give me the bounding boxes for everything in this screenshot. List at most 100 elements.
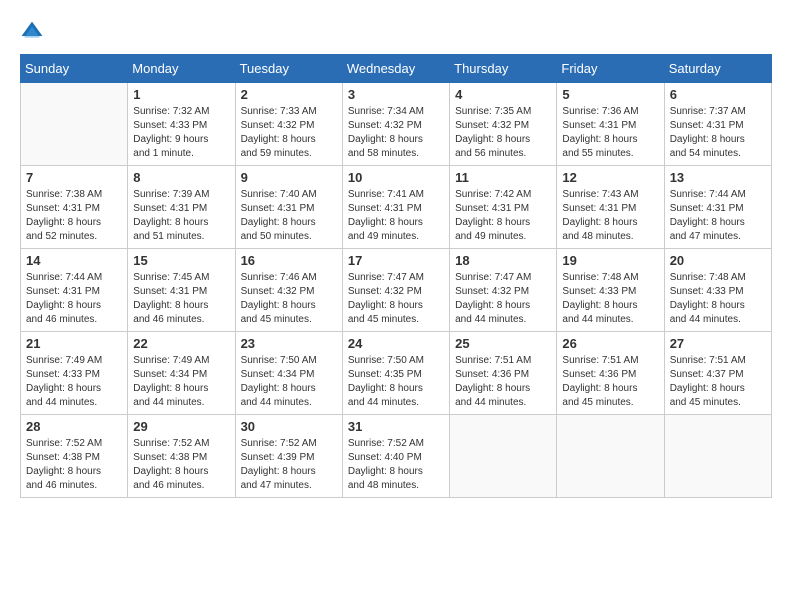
day-cell xyxy=(664,415,771,498)
calendar-table: SundayMondayTuesdayWednesdayThursdayFrid… xyxy=(20,54,772,498)
day-cell: 1 Sunrise: 7:32 AM Sunset: 4:33 PM Daylig… xyxy=(128,83,235,166)
day-number: 1 xyxy=(133,87,229,102)
header-day-tuesday: Tuesday xyxy=(235,55,342,83)
day-detail: Sunrise: 7:33 AM Sunset: 4:32 PM Dayligh… xyxy=(241,105,337,161)
day-number: 22 xyxy=(133,336,229,351)
day-detail: Sunrise: 7:35 AM Sunset: 4:32 PM Dayligh… xyxy=(455,105,551,161)
day-number: 9 xyxy=(241,170,337,185)
header-day-monday: Monday xyxy=(128,55,235,83)
day-number: 4 xyxy=(455,87,551,102)
day-number: 17 xyxy=(348,253,444,268)
day-detail: Sunrise: 7:52 AM Sunset: 4:40 PM Dayligh… xyxy=(348,437,444,493)
day-number: 24 xyxy=(348,336,444,351)
day-cell: 11 Sunrise: 7:42 AM Sunset: 4:31 PM Dayli… xyxy=(450,166,557,249)
day-cell: 10 Sunrise: 7:41 AM Sunset: 4:31 PM Dayli… xyxy=(342,166,449,249)
day-detail: Sunrise: 7:52 AM Sunset: 4:38 PM Dayligh… xyxy=(26,437,122,493)
day-detail: Sunrise: 7:38 AM Sunset: 4:31 PM Dayligh… xyxy=(26,188,122,244)
day-detail: Sunrise: 7:44 AM Sunset: 4:31 PM Dayligh… xyxy=(670,188,766,244)
header-day-saturday: Saturday xyxy=(664,55,771,83)
day-cell: 23Sunrise: 7:50 AM Sunset: 4:34 PM Dayli… xyxy=(235,332,342,415)
day-detail: Sunrise: 7:51 AM Sunset: 4:36 PM Dayligh… xyxy=(455,354,551,410)
day-number: 27 xyxy=(670,336,766,351)
day-detail: Sunrise: 7:37 AM Sunset: 4:31 PM Dayligh… xyxy=(670,105,766,161)
day-number: 7 xyxy=(26,170,122,185)
day-cell: 5 Sunrise: 7:36 AM Sunset: 4:31 PM Daylig… xyxy=(557,83,664,166)
day-detail: Sunrise: 7:49 AM Sunset: 4:33 PM Dayligh… xyxy=(26,354,122,410)
day-cell: 4 Sunrise: 7:35 AM Sunset: 4:32 PM Daylig… xyxy=(450,83,557,166)
day-detail: Sunrise: 7:42 AM Sunset: 4:31 PM Dayligh… xyxy=(455,188,551,244)
day-detail: Sunrise: 7:51 AM Sunset: 4:36 PM Dayligh… xyxy=(562,354,658,410)
day-number: 15 xyxy=(133,253,229,268)
day-cell: 22 Sunrise: 7:49 AM Sunset: 4:34 PM Dayli… xyxy=(128,332,235,415)
day-number: 29 xyxy=(133,419,229,434)
header-day-friday: Friday xyxy=(557,55,664,83)
day-cell: 28Sunrise: 7:52 AM Sunset: 4:38 PM Dayli… xyxy=(21,415,128,498)
day-number: 16 xyxy=(241,253,337,268)
day-cell: 9 Sunrise: 7:40 AM Sunset: 4:31 PM Daylig… xyxy=(235,166,342,249)
day-detail: Sunrise: 7:49 AM Sunset: 4:34 PM Dayligh… xyxy=(133,354,229,410)
day-detail: Sunrise: 7:50 AM Sunset: 4:34 PM Dayligh… xyxy=(241,354,337,410)
week-row-1: 1 Sunrise: 7:32 AM Sunset: 4:33 PM Daylig… xyxy=(21,83,772,166)
week-row-5: 28Sunrise: 7:52 AM Sunset: 4:38 PM Dayli… xyxy=(21,415,772,498)
day-number: 2 xyxy=(241,87,337,102)
day-cell: 8Sunrise: 7:39 AM Sunset: 4:31 PM Daylig… xyxy=(128,166,235,249)
day-cell: 26 Sunrise: 7:51 AM Sunset: 4:36 PM Dayli… xyxy=(557,332,664,415)
day-cell: 12 Sunrise: 7:43 AM Sunset: 4:31 PM Dayli… xyxy=(557,166,664,249)
day-cell: 13 Sunrise: 7:44 AM Sunset: 4:31 PM Dayli… xyxy=(664,166,771,249)
day-cell: 14Sunrise: 7:44 AM Sunset: 4:31 PM Dayli… xyxy=(21,249,128,332)
day-detail: Sunrise: 7:34 AM Sunset: 4:32 PM Dayligh… xyxy=(348,105,444,161)
day-number: 20 xyxy=(670,253,766,268)
day-number: 11 xyxy=(455,170,551,185)
day-number: 30 xyxy=(241,419,337,434)
day-detail: Sunrise: 7:46 AM Sunset: 4:32 PM Dayligh… xyxy=(241,271,337,327)
day-number: 19 xyxy=(562,253,658,268)
day-cell: 3 Sunrise: 7:34 AM Sunset: 4:32 PM Daylig… xyxy=(342,83,449,166)
day-number: 8 xyxy=(133,170,229,185)
day-detail: Sunrise: 7:52 AM Sunset: 4:39 PM Dayligh… xyxy=(241,437,337,493)
day-detail: Sunrise: 7:45 AM Sunset: 4:31 PM Dayligh… xyxy=(133,271,229,327)
day-number: 18 xyxy=(455,253,551,268)
day-cell: 6 Sunrise: 7:37 AM Sunset: 4:31 PM Daylig… xyxy=(664,83,771,166)
day-cell: 15 Sunrise: 7:45 AM Sunset: 4:31 PM Dayli… xyxy=(128,249,235,332)
day-number: 3 xyxy=(348,87,444,102)
day-number: 5 xyxy=(562,87,658,102)
day-number: 31 xyxy=(348,419,444,434)
day-detail: Sunrise: 7:48 AM Sunset: 4:33 PM Dayligh… xyxy=(670,271,766,327)
day-cell: 25 Sunrise: 7:51 AM Sunset: 4:36 PM Dayli… xyxy=(450,332,557,415)
day-detail: Sunrise: 7:51 AM Sunset: 4:37 PM Dayligh… xyxy=(670,354,766,410)
week-row-2: 7 Sunrise: 7:38 AM Sunset: 4:31 PM Daylig… xyxy=(21,166,772,249)
logo xyxy=(20,20,48,44)
day-number: 21 xyxy=(26,336,122,351)
calendar-header-row: SundayMondayTuesdayWednesdayThursdayFrid… xyxy=(21,55,772,83)
day-number: 10 xyxy=(348,170,444,185)
day-detail: Sunrise: 7:48 AM Sunset: 4:33 PM Dayligh… xyxy=(562,271,658,327)
day-cell: 31 Sunrise: 7:52 AM Sunset: 4:40 PM Dayli… xyxy=(342,415,449,498)
day-number: 25 xyxy=(455,336,551,351)
day-cell xyxy=(21,83,128,166)
day-number: 13 xyxy=(670,170,766,185)
day-detail: Sunrise: 7:36 AM Sunset: 4:31 PM Dayligh… xyxy=(562,105,658,161)
logo-icon xyxy=(20,20,44,44)
day-cell: 27 Sunrise: 7:51 AM Sunset: 4:37 PM Dayli… xyxy=(664,332,771,415)
header-day-sunday: Sunday xyxy=(21,55,128,83)
day-cell: 19 Sunrise: 7:48 AM Sunset: 4:33 PM Dayli… xyxy=(557,249,664,332)
day-cell: 29 Sunrise: 7:52 AM Sunset: 4:38 PM Dayli… xyxy=(128,415,235,498)
day-detail: Sunrise: 7:41 AM Sunset: 4:31 PM Dayligh… xyxy=(348,188,444,244)
day-detail: Sunrise: 7:40 AM Sunset: 4:31 PM Dayligh… xyxy=(241,188,337,244)
day-detail: Sunrise: 7:52 AM Sunset: 4:38 PM Dayligh… xyxy=(133,437,229,493)
day-cell xyxy=(557,415,664,498)
day-number: 12 xyxy=(562,170,658,185)
day-cell: 20 Sunrise: 7:48 AM Sunset: 4:33 PM Dayli… xyxy=(664,249,771,332)
day-detail: Sunrise: 7:43 AM Sunset: 4:31 PM Dayligh… xyxy=(562,188,658,244)
day-detail: Sunrise: 7:47 AM Sunset: 4:32 PM Dayligh… xyxy=(348,271,444,327)
header-day-wednesday: Wednesday xyxy=(342,55,449,83)
day-number: 6 xyxy=(670,87,766,102)
day-cell: 24Sunrise: 7:50 AM Sunset: 4:35 PM Dayli… xyxy=(342,332,449,415)
header-day-thursday: Thursday xyxy=(450,55,557,83)
page-header xyxy=(20,20,772,44)
day-cell: 2 Sunrise: 7:33 AM Sunset: 4:32 PM Daylig… xyxy=(235,83,342,166)
day-number: 26 xyxy=(562,336,658,351)
day-cell: 17 Sunrise: 7:47 AM Sunset: 4:32 PM Dayli… xyxy=(342,249,449,332)
day-detail: Sunrise: 7:32 AM Sunset: 4:33 PM Dayligh… xyxy=(133,105,229,161)
day-cell: 16 Sunrise: 7:46 AM Sunset: 4:32 PM Dayli… xyxy=(235,249,342,332)
